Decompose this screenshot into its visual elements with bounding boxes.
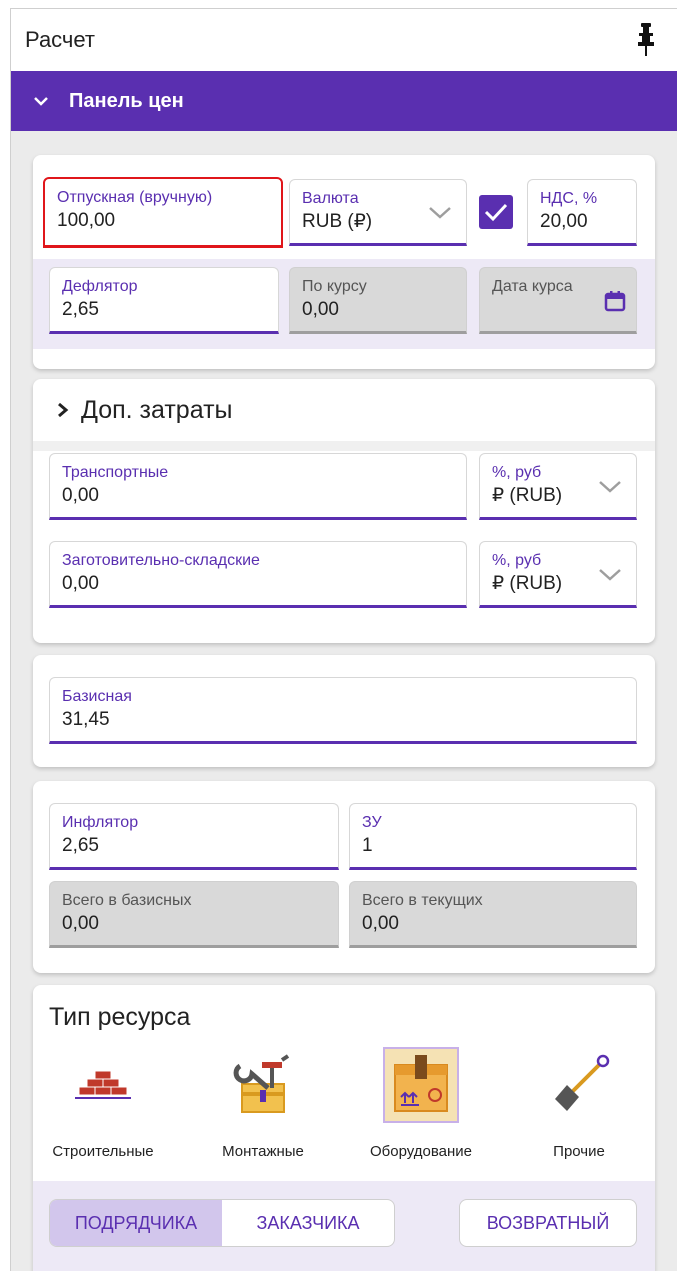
party-toggle: ПОДРЯДЧИКА ЗАКАЗЧИКА — [49, 1199, 395, 1247]
vat-value: 20,00 — [540, 211, 588, 232]
vat-checkbox[interactable] — [479, 195, 513, 229]
resource-other-label: Прочие — [553, 1143, 605, 1160]
transport-field[interactable]: Транспортные 0,00 — [49, 453, 467, 520]
bricks-icon — [65, 1047, 141, 1123]
inflator-value: 2,65 — [62, 835, 99, 856]
extra-costs-card: Доп. затраты Транспортные 0,00 %, руб ₽ … — [33, 379, 655, 643]
chevron-down-icon — [598, 480, 622, 499]
calculation-window: Расчет Панель цен Отпускная (вручную) 10… — [10, 8, 677, 1271]
currency-select[interactable]: Валюта RUB (₽) — [289, 179, 467, 246]
by-rate-value: 0,00 — [302, 299, 339, 320]
resource-construction-label: Строительные — [52, 1143, 154, 1160]
deflator-field[interactable]: Дефлятор 2,65 — [49, 267, 279, 334]
window-titlebar: Расчет — [11, 9, 677, 71]
returnable-button[interactable]: ВОЗВРАТНЫЙ — [459, 1199, 637, 1247]
chevron-right-icon — [57, 396, 81, 425]
warehouse-value: 0,00 — [62, 573, 99, 594]
base-price-label: Базисная — [62, 688, 132, 705]
totals-card: Инфлятор 2,65 ЗУ 1 Всего в базисных 0,00… — [33, 781, 655, 973]
inflator-field[interactable]: Инфлятор 2,65 — [49, 803, 339, 870]
inflator-label: Инфлятор — [62, 814, 139, 831]
prices-card: Отпускная (вручную) 100,00 Валюта RUB (₽… — [33, 155, 655, 369]
total-base-label: Всего в базисных — [62, 892, 192, 909]
base-price-field[interactable]: Базисная 31,45 — [49, 677, 637, 744]
box-icon — [383, 1047, 459, 1123]
total-base-field: Всего в базисных 0,00 — [49, 881, 339, 948]
warehouse-field[interactable]: Заготовительно-складские 0,00 — [49, 541, 467, 608]
contractor-button[interactable]: ПОДРЯДЧИКА — [50, 1200, 222, 1246]
deflator-value: 2,65 — [62, 299, 99, 320]
chevron-down-icon — [428, 206, 452, 225]
warehouse-unit-select[interactable]: %, руб ₽ (RUB) — [479, 541, 637, 608]
total-current-label: Всего в текущих — [362, 892, 483, 909]
release-price-value: 100,00 — [57, 210, 116, 231]
transport-unit-select[interactable]: %, руб ₽ (RUB) — [479, 453, 637, 520]
release-price-label: Отпускная (вручную) — [57, 189, 213, 206]
zu-value: 1 — [362, 835, 373, 856]
total-current-field: Всего в текущих 0,00 — [349, 881, 637, 948]
price-panel-header[interactable]: Панель цен — [11, 71, 677, 131]
resource-equipment[interactable]: Оборудование — [351, 1047, 491, 1160]
toolbox-icon — [225, 1047, 301, 1123]
release-price-field[interactable]: Отпускная (вручную) 100,00 — [43, 177, 283, 248]
customer-button[interactable]: ЗАКАЗЧИКА — [222, 1200, 394, 1246]
shovel-icon — [541, 1047, 617, 1123]
calendar-icon[interactable] — [604, 290, 626, 317]
rate-date-field[interactable]: Дата курса — [479, 267, 637, 334]
resource-actions: ПОДРЯДЧИКА ЗАКАЗЧИКА ВОЗВРАТНЫЙ — [33, 1181, 655, 1271]
transport-label: Транспортные — [62, 464, 169, 481]
chevron-down-icon — [598, 568, 622, 587]
warehouse-label: Заготовительно-складские — [62, 552, 260, 569]
resource-equipment-label: Оборудование — [369, 1143, 473, 1160]
deflator-label: Дефлятор — [62, 278, 138, 295]
price-panel-title: Панель цен — [69, 89, 184, 112]
resource-other[interactable]: Прочие — [509, 1047, 649, 1160]
zu-label: ЗУ — [362, 814, 382, 831]
chevron-down-icon — [33, 90, 69, 113]
base-price-card: Базисная 31,45 — [33, 655, 655, 767]
pin-icon[interactable] — [636, 22, 656, 58]
zu-field[interactable]: ЗУ 1 — [349, 803, 637, 870]
total-current-value: 0,00 — [362, 913, 399, 934]
base-price-value: 31,45 — [62, 709, 110, 730]
transport-value: 0,00 — [62, 485, 99, 506]
vat-label: НДС, % — [540, 190, 598, 207]
resource-construction[interactable]: Строительные — [33, 1047, 173, 1160]
extra-costs-divider — [33, 441, 655, 451]
by-rate-label: По курсу — [302, 278, 367, 295]
window-title: Расчет — [25, 27, 95, 52]
by-rate-field: По курсу 0,00 — [289, 267, 467, 334]
resource-type-title: Тип ресурса — [49, 1003, 191, 1031]
total-base-value: 0,00 — [62, 913, 99, 934]
resource-installation[interactable]: Монтажные — [193, 1047, 333, 1160]
extra-costs-title: Доп. затраты — [81, 395, 233, 424]
resource-installation-label: Монтажные — [222, 1143, 304, 1160]
resource-type-card: Тип ресурса Строительные Монтажные Обору… — [33, 985, 655, 1271]
vat-field[interactable]: НДС, % 20,00 — [527, 179, 637, 246]
extra-costs-header[interactable]: Доп. затраты — [33, 379, 655, 441]
checkmark-icon — [484, 203, 508, 222]
